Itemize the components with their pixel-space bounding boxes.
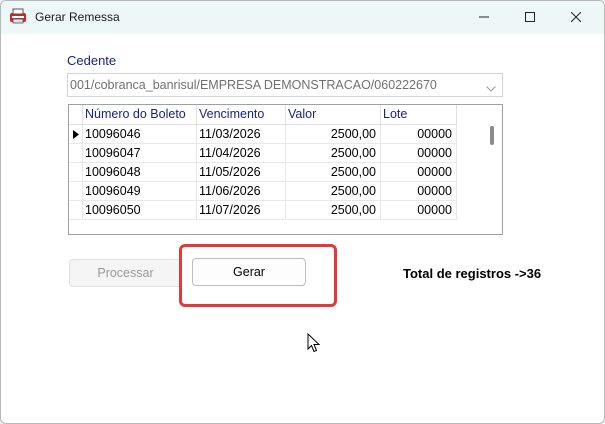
table-cell[interactable]: 2500,00 <box>286 144 381 163</box>
minimize-button[interactable] <box>461 1 507 34</box>
highlight-annotation <box>179 244 337 307</box>
table-cell[interactable]: 11/07/2026 <box>197 201 286 220</box>
grid-header: Número do Boleto Vencimento Valor Lote <box>69 105 457 125</box>
table-cell[interactable]: 2500,00 <box>286 125 381 144</box>
table-cell[interactable]: 11/03/2026 <box>197 125 286 144</box>
table-row[interactable]: 10096049 11/06/2026 2500,00 00000 <box>69 182 457 201</box>
grid-header-indicator <box>69 105 83 125</box>
table-cell[interactable]: 11/06/2026 <box>197 182 286 201</box>
window-title: Gerar Remessa <box>35 10 120 24</box>
column-header-lote[interactable]: Lote <box>381 105 457 125</box>
maximize-icon <box>525 11 535 25</box>
boletos-grid[interactable]: Número do Boleto Vencimento Valor Lote 1… <box>68 104 503 235</box>
table-row[interactable]: 10096050 11/07/2026 2500,00 00000 <box>69 201 457 220</box>
table-cell[interactable]: 00000 <box>381 201 457 220</box>
table-cell[interactable]: 11/05/2026 <box>197 163 286 182</box>
cedente-select-value: 001/cobranca_banrisul/EMPRESA DEMONSTRAC… <box>70 78 437 92</box>
table-cell[interactable]: 2500,00 <box>286 163 381 182</box>
close-icon <box>570 11 582 25</box>
table-cell[interactable]: 11/04/2026 <box>197 144 286 163</box>
printer-icon <box>9 8 27 24</box>
mouse-cursor-icon <box>307 332 321 356</box>
table-cell[interactable]: 10096049 <box>83 182 197 201</box>
table-cell[interactable]: 00000 <box>381 144 457 163</box>
vertical-scrollbar-thumb[interactable] <box>490 126 494 145</box>
grid-body: 10096046 11/03/2026 2500,00 00000 10096047 11… <box>69 125 457 220</box>
row-indicator <box>69 201 83 220</box>
row-indicator <box>69 144 83 163</box>
table-row[interactable]: 10096046 11/03/2026 2500,00 00000 <box>69 125 457 144</box>
table-cell[interactable]: 10096046 <box>83 125 197 144</box>
gerar-remessa-window: Gerar Remessa Cedente 001/cobranca_banri… <box>0 0 605 424</box>
table-row[interactable]: 10096047 11/04/2026 2500,00 00000 <box>69 144 457 163</box>
total-registros: Total de registros ->36 <box>403 266 542 281</box>
table-cell[interactable]: 10096050 <box>83 201 197 220</box>
column-header-numero[interactable]: Número do Boleto <box>83 105 197 125</box>
title-bar[interactable]: Gerar Remessa <box>1 1 604 34</box>
close-button[interactable] <box>553 1 599 34</box>
table-cell[interactable]: 2500,00 <box>286 201 381 220</box>
chevron-down-icon <box>486 81 496 95</box>
row-indicator <box>69 182 83 201</box>
row-indicator <box>69 163 83 182</box>
column-header-vencimento[interactable]: Vencimento <box>197 105 286 125</box>
processar-button[interactable]: Processar <box>69 259 182 287</box>
current-row-arrow-icon <box>69 125 83 144</box>
minimize-icon <box>479 11 489 25</box>
table-cell[interactable]: 00000 <box>381 182 457 201</box>
table-cell[interactable]: 2500,00 <box>286 182 381 201</box>
table-cell[interactable]: 00000 <box>381 125 457 144</box>
cedente-label: Cedente <box>67 53 117 68</box>
table-cell[interactable]: 10096047 <box>83 144 197 163</box>
table-cell[interactable]: 10096048 <box>83 163 197 182</box>
table-cell[interactable]: 00000 <box>381 163 457 182</box>
column-header-valor[interactable]: Valor <box>286 105 381 125</box>
cedente-select[interactable]: 001/cobranca_banrisul/EMPRESA DEMONSTRAC… <box>67 73 503 97</box>
table-row[interactable]: 10096048 11/05/2026 2500,00 00000 <box>69 163 457 182</box>
maximize-button[interactable] <box>507 1 553 34</box>
